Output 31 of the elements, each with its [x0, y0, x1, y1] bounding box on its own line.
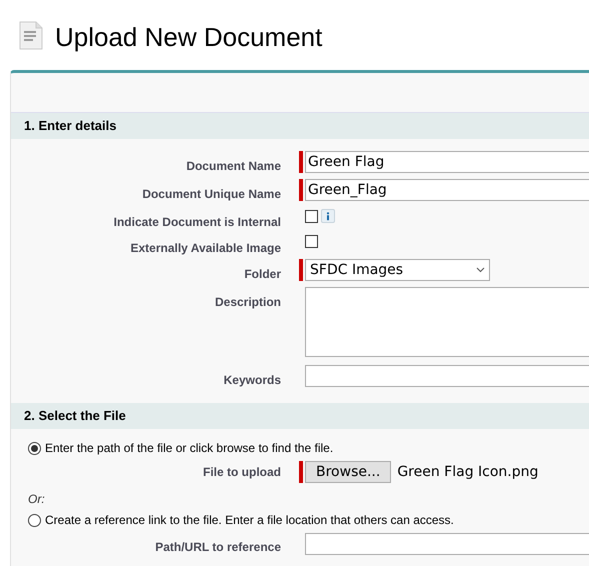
chevron-icon	[476, 267, 485, 273]
text-field[interactable]: Green Flag	[305, 151, 589, 173]
field-label: Folder	[244, 267, 281, 281]
option-label: Create a reference link to the file. Enter a file location that others can access.	[45, 512, 454, 529]
field-label: Document Name	[186, 159, 281, 173]
field-label: Externally Available Image	[130, 241, 281, 255]
field-label: Indicate Document is Internal	[114, 215, 281, 229]
or-label: Or:	[28, 492, 45, 506]
text-field[interactable]	[305, 365, 589, 387]
text-field[interactable]: Green_Flag	[305, 179, 589, 201]
checkbox[interactable]	[305, 235, 318, 248]
page-title: Upload New Document	[55, 20, 322, 54]
option-label: Enter the path of the file or click browse to find the file.	[45, 440, 334, 457]
document-icon	[17, 19, 45, 51]
field-label: Path/URL to reference	[155, 540, 281, 554]
field-label: Description	[214, 295, 281, 309]
info-icon[interactable]	[321, 209, 335, 223]
browse-button[interactable]: Browse...	[305, 461, 392, 483]
description-field[interactable]	[305, 287, 589, 357]
section-header: 2. Select the File	[11, 403, 589, 429]
radio-button[interactable]	[28, 514, 41, 526]
section-header: 1. Enter details	[11, 113, 589, 139]
radio-button[interactable]	[28, 442, 41, 454]
required-marker	[299, 461, 303, 483]
field-label: Document Unique Name	[142, 187, 281, 201]
field-label: File to upload	[203, 465, 281, 479]
path-field[interactable]	[305, 533, 589, 555]
file-name: Green Flag Icon.png	[397, 462, 538, 482]
checkbox[interactable]	[305, 210, 318, 222]
field-label: Keywords	[224, 373, 281, 387]
folder-dropdown[interactable]: SFDC Images	[305, 259, 490, 281]
